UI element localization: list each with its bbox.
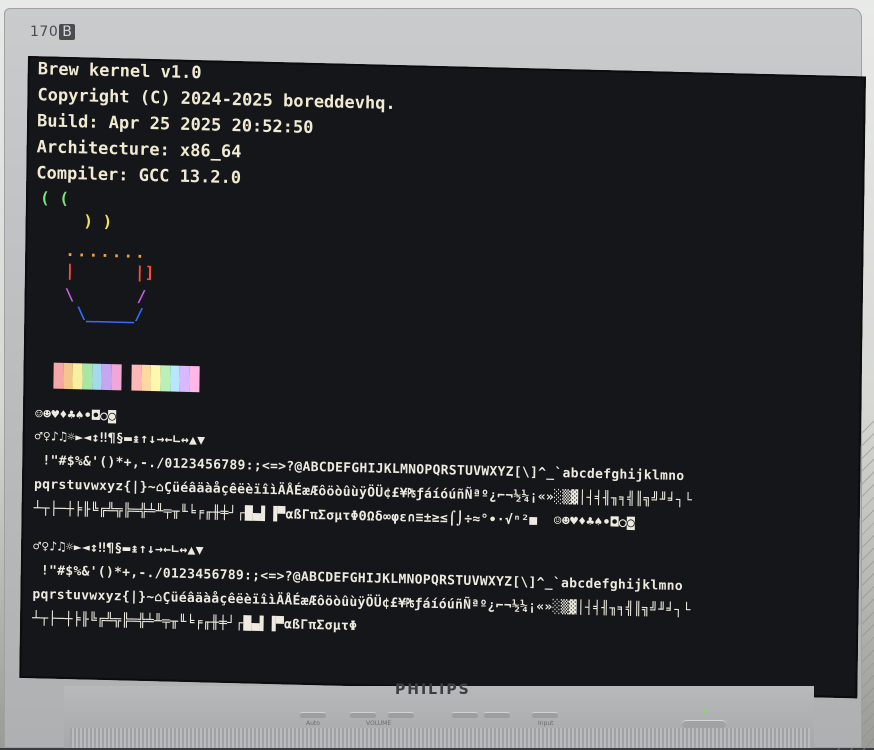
palette-swatch [63,362,74,390]
palette-swatch [141,364,152,392]
architecture-line: Architecture: x86_64 [36,137,242,163]
color-palette-light [131,364,200,393]
menu-button[interactable] [452,712,478,718]
palette-swatch [82,363,93,390]
logo-cup-left-wall: | [64,260,75,281]
logo-cup-rim: ....... [65,240,147,262]
logo-cup-bottom: \_____/ [76,303,144,324]
palette-swatch [150,365,161,392]
model-number: 170 [30,24,59,40]
speaker-grille [70,728,810,748]
palette-swatch [72,363,83,390]
color-palette-dark [53,362,122,391]
model-label: 170 B [30,24,76,40]
palette-swatch [160,365,171,392]
palette-swatch [101,363,112,391]
logo-steam-left: ( ( [39,188,70,209]
power-led-icon [703,709,707,713]
auto-button-label: Auto [306,720,320,727]
auto-button[interactable] [300,712,326,718]
copyright-line: Copyright (C) 2024-2025 boreddevhq. [37,85,396,114]
palette-swatch [111,364,122,391]
charset-row: ♂♀♪♫☼►◄↕‼¶§▬↨↑↓→←∟↔▲▼ [33,539,204,559]
logo-cup-base-left: \ [64,284,75,305]
charset-row: ☺☻♥♦♣♠•◘○◙ [34,407,117,425]
logo-cup-base-right: / [136,286,147,306]
monitor-screen: Brew kernel v1.0 Copyright (C) 2024-2025… [19,56,866,699]
charset-row: ┴┬├─┼╞╟╚╔╩╦╠═╬╧╨╤╥╙╘╒╓╫╪┘┌█▄▌▐▀αßΓπΣσµτΦ [32,611,358,635]
build-date-line: Build: Apr 25 2025 20:52:50 [36,111,314,138]
volume-down-button[interactable] [350,712,376,718]
charset-row: ♂♀♪♫☼►◄↕‼¶§▬↨↑↓→←∟↔▲▼ [34,429,206,449]
palette-swatch [131,364,142,391]
kernel-version-line: Brew kernel v1.0 [37,59,202,84]
palette-swatch [170,365,181,392]
compiler-line: Compiler: GCC 13.2.0 [36,163,242,189]
palette-swatch [179,365,190,392]
palette-swatch [189,365,200,393]
palette-swatch [53,362,64,389]
logo-cup-handle: |] [134,262,155,283]
input-button-label: Input [538,720,554,727]
palette-swatch [92,363,103,390]
logo-steam-right: ) ) [73,211,113,232]
brand-logo: PHILIPS [395,682,471,698]
volume-button-label: VOLUME [366,720,392,727]
power-button[interactable] [682,720,726,728]
volume-up-button[interactable] [388,712,414,718]
ok-button[interactable] [484,712,510,718]
input-button[interactable] [532,712,558,718]
model-suffix: B [59,24,76,40]
